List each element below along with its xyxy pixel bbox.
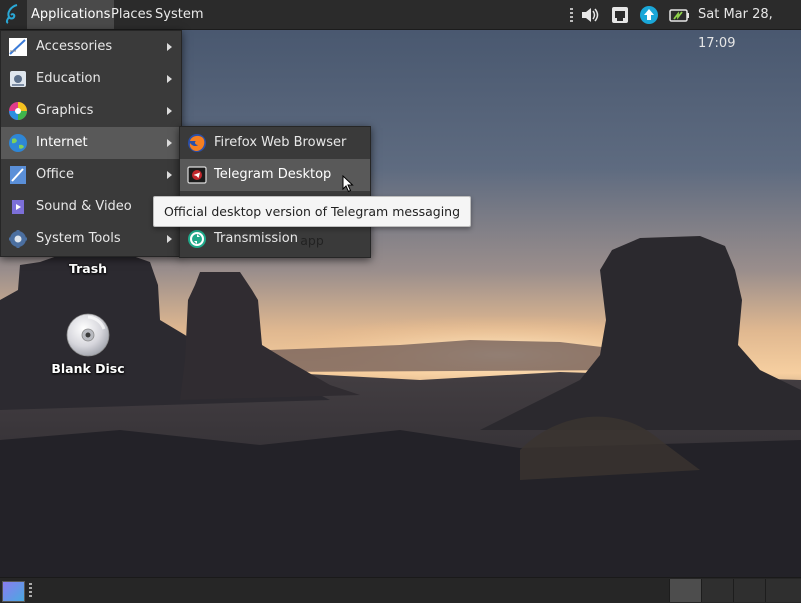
disc-icon[interactable] [66, 313, 110, 357]
places-menu[interactable]: Places [107, 0, 156, 29]
workspace-2-button[interactable] [701, 579, 733, 602]
battery-icon[interactable] [668, 5, 690, 25]
menu-item-label: Internet [36, 135, 88, 150]
system-tools-icon [9, 230, 27, 248]
panel-drag-handle[interactable] [29, 583, 32, 597]
submenu-arrow-icon [167, 107, 172, 115]
firefox-icon [188, 134, 206, 152]
menu-item-internet[interactable]: Internet [1, 127, 181, 159]
telegram-icon [187, 166, 207, 184]
submenu-arrow-icon [167, 235, 172, 243]
applications-menu[interactable]: Applications [27, 0, 115, 29]
menu-item-label: Accessories [36, 39, 113, 54]
education-icon [10, 71, 26, 87]
workspace-4-button[interactable] [765, 579, 801, 602]
menu-item-accessories[interactable]: Accessories [1, 31, 181, 63]
menu-item-system-tools[interactable]: System Tools [1, 223, 181, 255]
submenu-arrow-icon [167, 139, 172, 147]
menu-item-firefox[interactable]: Firefox Web Browser [180, 127, 370, 159]
update-icon[interactable] [638, 5, 660, 25]
menu-item-transmission[interactable]: Transmission [180, 223, 370, 255]
graphics-icon [9, 102, 27, 120]
submenu-arrow-icon [167, 75, 172, 83]
transmission-icon [188, 230, 206, 248]
show-desktop-button[interactable] [2, 581, 25, 602]
workspace-1-button[interactable] [669, 579, 701, 602]
menu-item-label: System Tools [36, 231, 121, 246]
menu-item-graphics[interactable]: Graphics [1, 95, 181, 127]
accessories-icon [9, 38, 27, 56]
panel-clock[interactable]: Sat Mar 28, 17:09 [698, 0, 801, 51]
menu-item-label: Sound & Video [36, 199, 132, 214]
menu-item-education[interactable]: Education [1, 63, 181, 95]
internet-icon [9, 134, 27, 152]
submenu-arrow-icon [167, 43, 172, 51]
tray-drag-handle[interactable] [570, 8, 573, 22]
menu-item-label: Education [36, 71, 101, 86]
menu-item-label: Telegram Desktop [214, 167, 332, 182]
desktop-icon-trash-label[interactable]: Trash [60, 261, 116, 276]
distro-logo-icon[interactable] [2, 3, 24, 25]
telegram-tooltip: Official desktop version of Telegram mes… [153, 196, 471, 248]
bottom-panel [0, 577, 801, 603]
top-panel: Applications Places System Sat Mar 28, 1… [0, 0, 801, 51]
office-icon [10, 166, 26, 184]
desktop-icon-blank-disc-label[interactable]: Blank Disc [48, 361, 128, 376]
menu-item-label: Transmission [214, 231, 298, 246]
menu-item-label: Graphics [36, 103, 94, 118]
system-menu[interactable]: System [151, 0, 207, 29]
menu-item-label: Firefox Web Browser [214, 135, 347, 150]
network-icon[interactable] [609, 5, 631, 25]
sound-video-icon [9, 200, 27, 214]
volume-icon[interactable] [579, 5, 601, 25]
menu-item-label: Office [36, 167, 74, 182]
menu-item-office[interactable]: Office [1, 159, 181, 191]
workspace-3-button[interactable] [733, 579, 765, 602]
mouse-pointer-icon [342, 175, 354, 193]
submenu-arrow-icon [167, 171, 172, 179]
